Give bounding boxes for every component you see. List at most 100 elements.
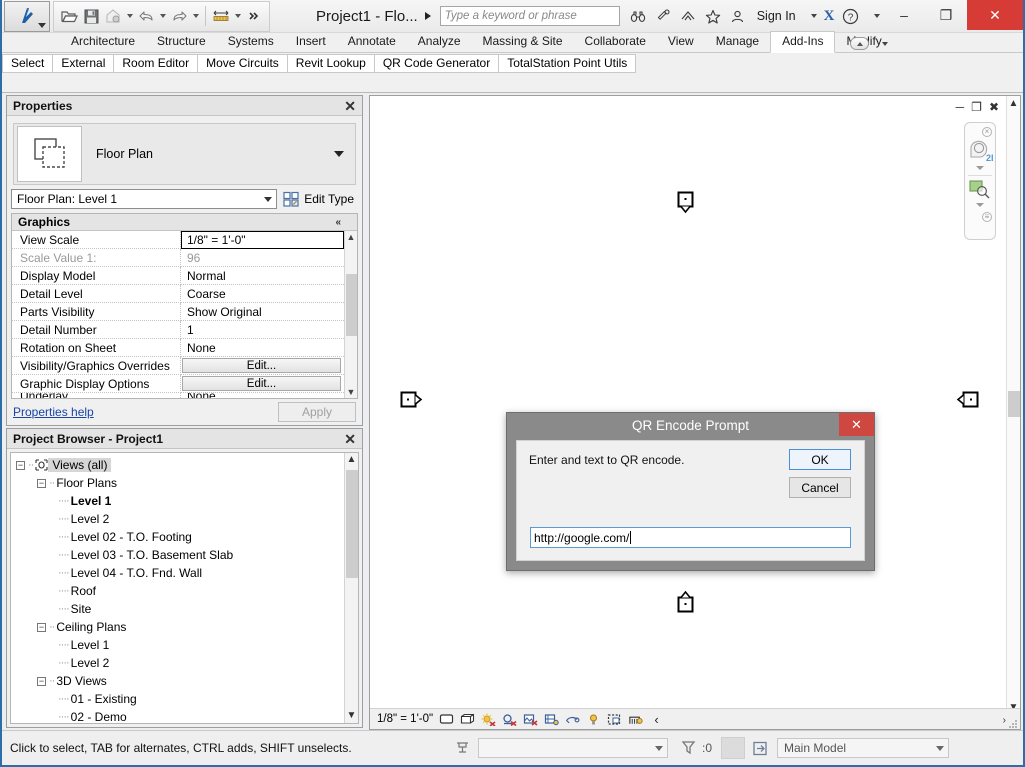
elevation-marker-east[interactable]	[954, 390, 979, 412]
scroll-down-icon[interactable]: ▼	[347, 386, 356, 398]
properties-group-header[interactable]: Graphics «	[12, 214, 357, 231]
property-row-detail-level[interactable]: Detail Level Coarse	[12, 285, 344, 303]
scroll-thumb[interactable]	[1007, 391, 1020, 417]
scroll-up-icon[interactable]: ▲	[1009, 96, 1019, 111]
analytical-model-icon[interactable]	[628, 712, 643, 727]
exclude-options-icon[interactable]	[750, 737, 772, 759]
revit-logo-button[interactable]	[4, 0, 50, 32]
property-row-parts-visibility[interactable]: Parts Visibility Show Original	[12, 303, 344, 321]
customize-qat-button[interactable]	[243, 5, 265, 27]
sun-path-off-icon[interactable]	[481, 712, 496, 727]
property-type-caret-icon[interactable]	[334, 151, 344, 157]
tree-item-3d-views[interactable]: − ·· 3D Views	[11, 672, 344, 690]
properties-grid-scrollbar[interactable]: ▲ ▼	[344, 231, 357, 398]
tab-insert[interactable]: Insert	[285, 32, 337, 52]
tab-manage[interactable]: Manage	[705, 32, 770, 52]
tab-view[interactable]: View	[657, 32, 705, 52]
property-value[interactable]: Normal	[181, 267, 344, 285]
dialog-ok-button[interactable]: OK	[789, 449, 851, 470]
star-icon[interactable]	[704, 7, 722, 25]
ribbon-collapse-caret-icon[interactable]	[882, 41, 888, 46]
subscription-icon[interactable]	[679, 7, 697, 25]
property-row-underlay[interactable]: Underlay None	[12, 393, 344, 398]
elevation-marker-west[interactable]	[400, 390, 425, 412]
visibility-graphics-edit-button[interactable]: Edit...	[182, 358, 341, 373]
measure-dropdown[interactable]	[232, 5, 243, 27]
sign-in-label[interactable]: Sign In	[757, 9, 796, 23]
tab-architecture[interactable]: Architecture	[60, 32, 146, 52]
autodesk-exchange-icon[interactable]: X	[824, 8, 835, 25]
property-row-view-scale[interactable]: View Scale 1/8" = 1'-0"	[12, 231, 344, 249]
tab-structure[interactable]: Structure	[146, 32, 217, 52]
scroll-up-icon[interactable]: ▲	[347, 453, 357, 467]
property-type-preview[interactable]: Floor Plan	[13, 123, 356, 185]
tree-item-floorplan-site[interactable]: ···· Site	[11, 600, 344, 618]
tree-item-floorplan-level-04-to-fnd-wall[interactable]: ···· Level 04 - T.O. Fnd. Wall	[11, 564, 344, 582]
undo-dropdown[interactable]	[157, 5, 168, 27]
measure-button[interactable]	[210, 5, 232, 27]
dialog-close-button[interactable]: ✕	[839, 413, 874, 436]
active-workset-combo[interactable]: Main Model	[777, 738, 950, 758]
undo-button[interactable]	[135, 5, 157, 27]
elevation-marker-north[interactable]	[676, 191, 695, 219]
save-button[interactable]	[80, 5, 102, 27]
detail-level-icon[interactable]	[439, 712, 454, 727]
tab-analyze[interactable]: Analyze	[407, 32, 472, 52]
expander-icon[interactable]: −	[37, 676, 46, 686]
tree-item-ceilingplan-level-1[interactable]: ···· Level 1	[11, 636, 344, 654]
show-crop-region-icon[interactable]	[565, 712, 580, 727]
window-maximize-button[interactable]: ❐	[925, 0, 967, 30]
3d-view-dropdown[interactable]	[124, 5, 135, 27]
window-minimize-button[interactable]: –	[883, 0, 925, 30]
canvas-horizontal-scrollbar[interactable]	[810, 711, 990, 727]
group-collapse-icon[interactable]: «	[335, 217, 355, 228]
apply-button[interactable]: Apply	[278, 402, 356, 422]
tree-item-views-all[interactable]: − ·· Views (all)	[11, 456, 344, 474]
project-browser-scrollbar[interactable]: ▲ ▼	[344, 453, 358, 723]
default-3d-view-button[interactable]	[102, 5, 124, 27]
tree-item-floorplan-level-2[interactable]: ···· Level 2	[11, 510, 344, 528]
tree-item-floorplan-level-1[interactable]: ···· Level 1	[11, 492, 344, 510]
tab-annotate[interactable]: Annotate	[337, 32, 407, 52]
tab-massing-site[interactable]: Massing & Site	[472, 32, 574, 52]
search-input[interactable]: Type a keyword or phrase	[439, 6, 620, 26]
filter-control[interactable]: :0	[673, 737, 716, 759]
scroll-right-icon[interactable]: ›	[1003, 715, 1006, 726]
property-value[interactable]: None	[181, 393, 344, 398]
scroll-thumb[interactable]	[345, 470, 358, 578]
addin-button-qr-code-generator[interactable]: QR Code Generator	[374, 54, 500, 73]
scroll-down-icon[interactable]: ▼	[347, 709, 357, 723]
navbar-zoom-dropdown-icon[interactable]	[976, 203, 984, 207]
tab-add-ins[interactable]: Add-Ins	[770, 31, 836, 53]
open-button[interactable]	[58, 5, 80, 27]
constraints-overflow-icon[interactable]: ‹	[649, 712, 664, 727]
tab-collaborate[interactable]: Collaborate	[574, 32, 657, 52]
property-value[interactable]: 1/8" = 1'-0"	[181, 231, 344, 249]
design-options-icon[interactable]	[451, 737, 473, 759]
addin-button-room-editor[interactable]: Room Editor	[114, 54, 199, 73]
property-row-rotation-on-sheet[interactable]: Rotation on Sheet None	[12, 339, 344, 357]
edit-type-button[interactable]: Edit Type	[283, 191, 358, 207]
window-close-button[interactable]: ✕	[967, 0, 1023, 30]
property-value[interactable]: None	[181, 339, 344, 357]
dialog-cancel-button[interactable]: Cancel	[789, 477, 851, 498]
binoculars-icon[interactable]	[629, 7, 647, 25]
dialog-text-input[interactable]: http://google.com/	[530, 527, 851, 548]
property-row-detail-number[interactable]: Detail Number 1	[12, 321, 344, 339]
tree-item-floorplan-roof[interactable]: ···· Roof	[11, 582, 344, 600]
property-value[interactable]: Coarse	[181, 285, 344, 303]
addin-button-move-circuits[interactable]: Move Circuits	[198, 54, 288, 73]
properties-help-link[interactable]: Properties help	[13, 405, 94, 419]
expander-icon[interactable]: −	[16, 460, 25, 470]
resize-grip-icon[interactable]	[1009, 718, 1018, 728]
navbar-menu-icon[interactable]: ≡	[982, 212, 992, 222]
help-caret-icon[interactable]	[874, 14, 881, 18]
redo-dropdown[interactable]	[190, 5, 201, 27]
addin-button-revit-lookup[interactable]: Revit Lookup	[287, 54, 375, 73]
shadows-off-icon[interactable]	[502, 712, 517, 727]
help-pen-icon[interactable]	[654, 7, 672, 25]
property-row-graphic-display-options[interactable]: Graphic Display Options Edit...	[12, 375, 344, 393]
scroll-thumb[interactable]	[345, 274, 357, 336]
tree-item-floorplan-level-03-to-basement-slab[interactable]: ···· Level 03 - T.O. Basement Slab	[11, 546, 344, 564]
type-selector-combo[interactable]: Floor Plan: Level 1	[11, 189, 278, 209]
